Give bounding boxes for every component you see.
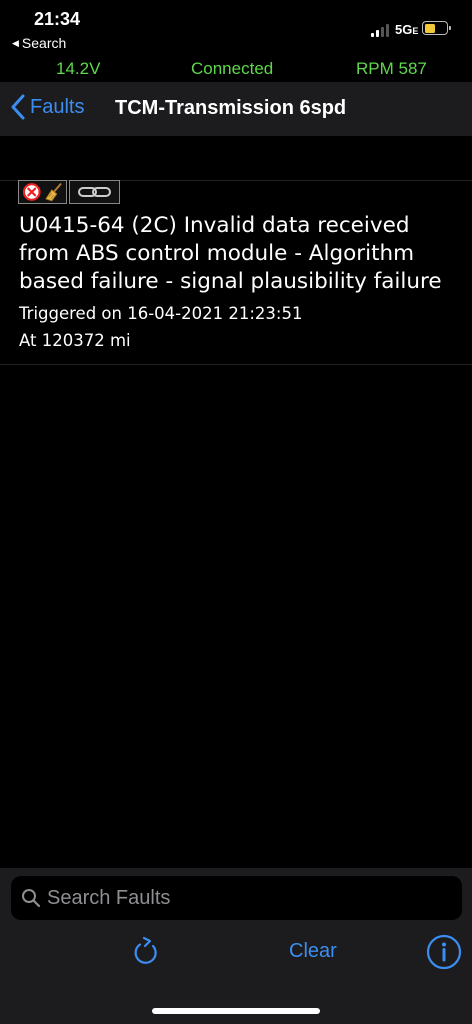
search-bar — [11, 876, 462, 920]
connection-status: Connected — [191, 59, 274, 78]
battery-icon — [422, 21, 451, 35]
fault-active-badge — [18, 180, 67, 204]
faults-back-button[interactable]: Faults — [10, 94, 84, 120]
rpm-readout: RPM 587 — [356, 59, 427, 78]
status-bar: 21:34 ◀ Search 5GE — [0, 0, 472, 56]
network-suffix: E — [412, 26, 419, 36]
fault-pending-badge — [69, 180, 120, 204]
search-faults-input[interactable] — [47, 886, 427, 910]
battery-level — [424, 23, 436, 33]
list-divider — [0, 364, 472, 365]
toolbar: Clear — [0, 928, 472, 978]
screen: 21:34 ◀ Search 5GE 14.2V Connected RPM 5… — [0, 0, 472, 1024]
broom-icon — [44, 183, 62, 202]
fault-item[interactable]: U0415-64 (2C) Invalid data received from… — [0, 180, 472, 365]
error-circle-icon — [22, 183, 41, 201]
page-title: TCM-Transmission 6spd — [115, 97, 347, 119]
info-icon[interactable] — [426, 934, 462, 970]
status-time: 21:34 — [34, 9, 81, 29]
fault-description: U0415-64 (2C) Invalid data received from… — [19, 213, 442, 294]
chain-link-icon — [77, 187, 111, 197]
fault-status-badges — [18, 180, 120, 204]
signal-strength-icon — [371, 24, 391, 37]
back-to-app-link[interactable]: ◀ Search — [12, 35, 66, 51]
telemetry-bar: 14.2V Connected RPM 587 — [0, 56, 472, 82]
back-button-label: Faults — [30, 95, 85, 118]
bottom-panel: Clear — [0, 868, 472, 1024]
navigation-bar: Faults TCM-Transmission 6spd — [0, 82, 472, 136]
back-to-app-label: Search — [21, 35, 67, 51]
home-indicator[interactable] — [152, 1008, 320, 1014]
network-indicator: 5GE — [395, 22, 418, 37]
clear-faults-button[interactable]: Clear — [289, 940, 337, 963]
chevron-left-icon — [11, 94, 25, 120]
voltage-readout: 14.2V — [56, 59, 101, 78]
fault-triggered-time: Triggered on 16-04-2021 21:23:51 — [19, 304, 303, 323]
refresh-icon[interactable] — [131, 935, 161, 967]
back-triangle-icon: ◀ — [12, 37, 19, 48]
search-icon — [22, 889, 41, 908]
fault-mileage: At 120372 mi — [19, 331, 131, 350]
network-type: 5G — [395, 22, 413, 37]
